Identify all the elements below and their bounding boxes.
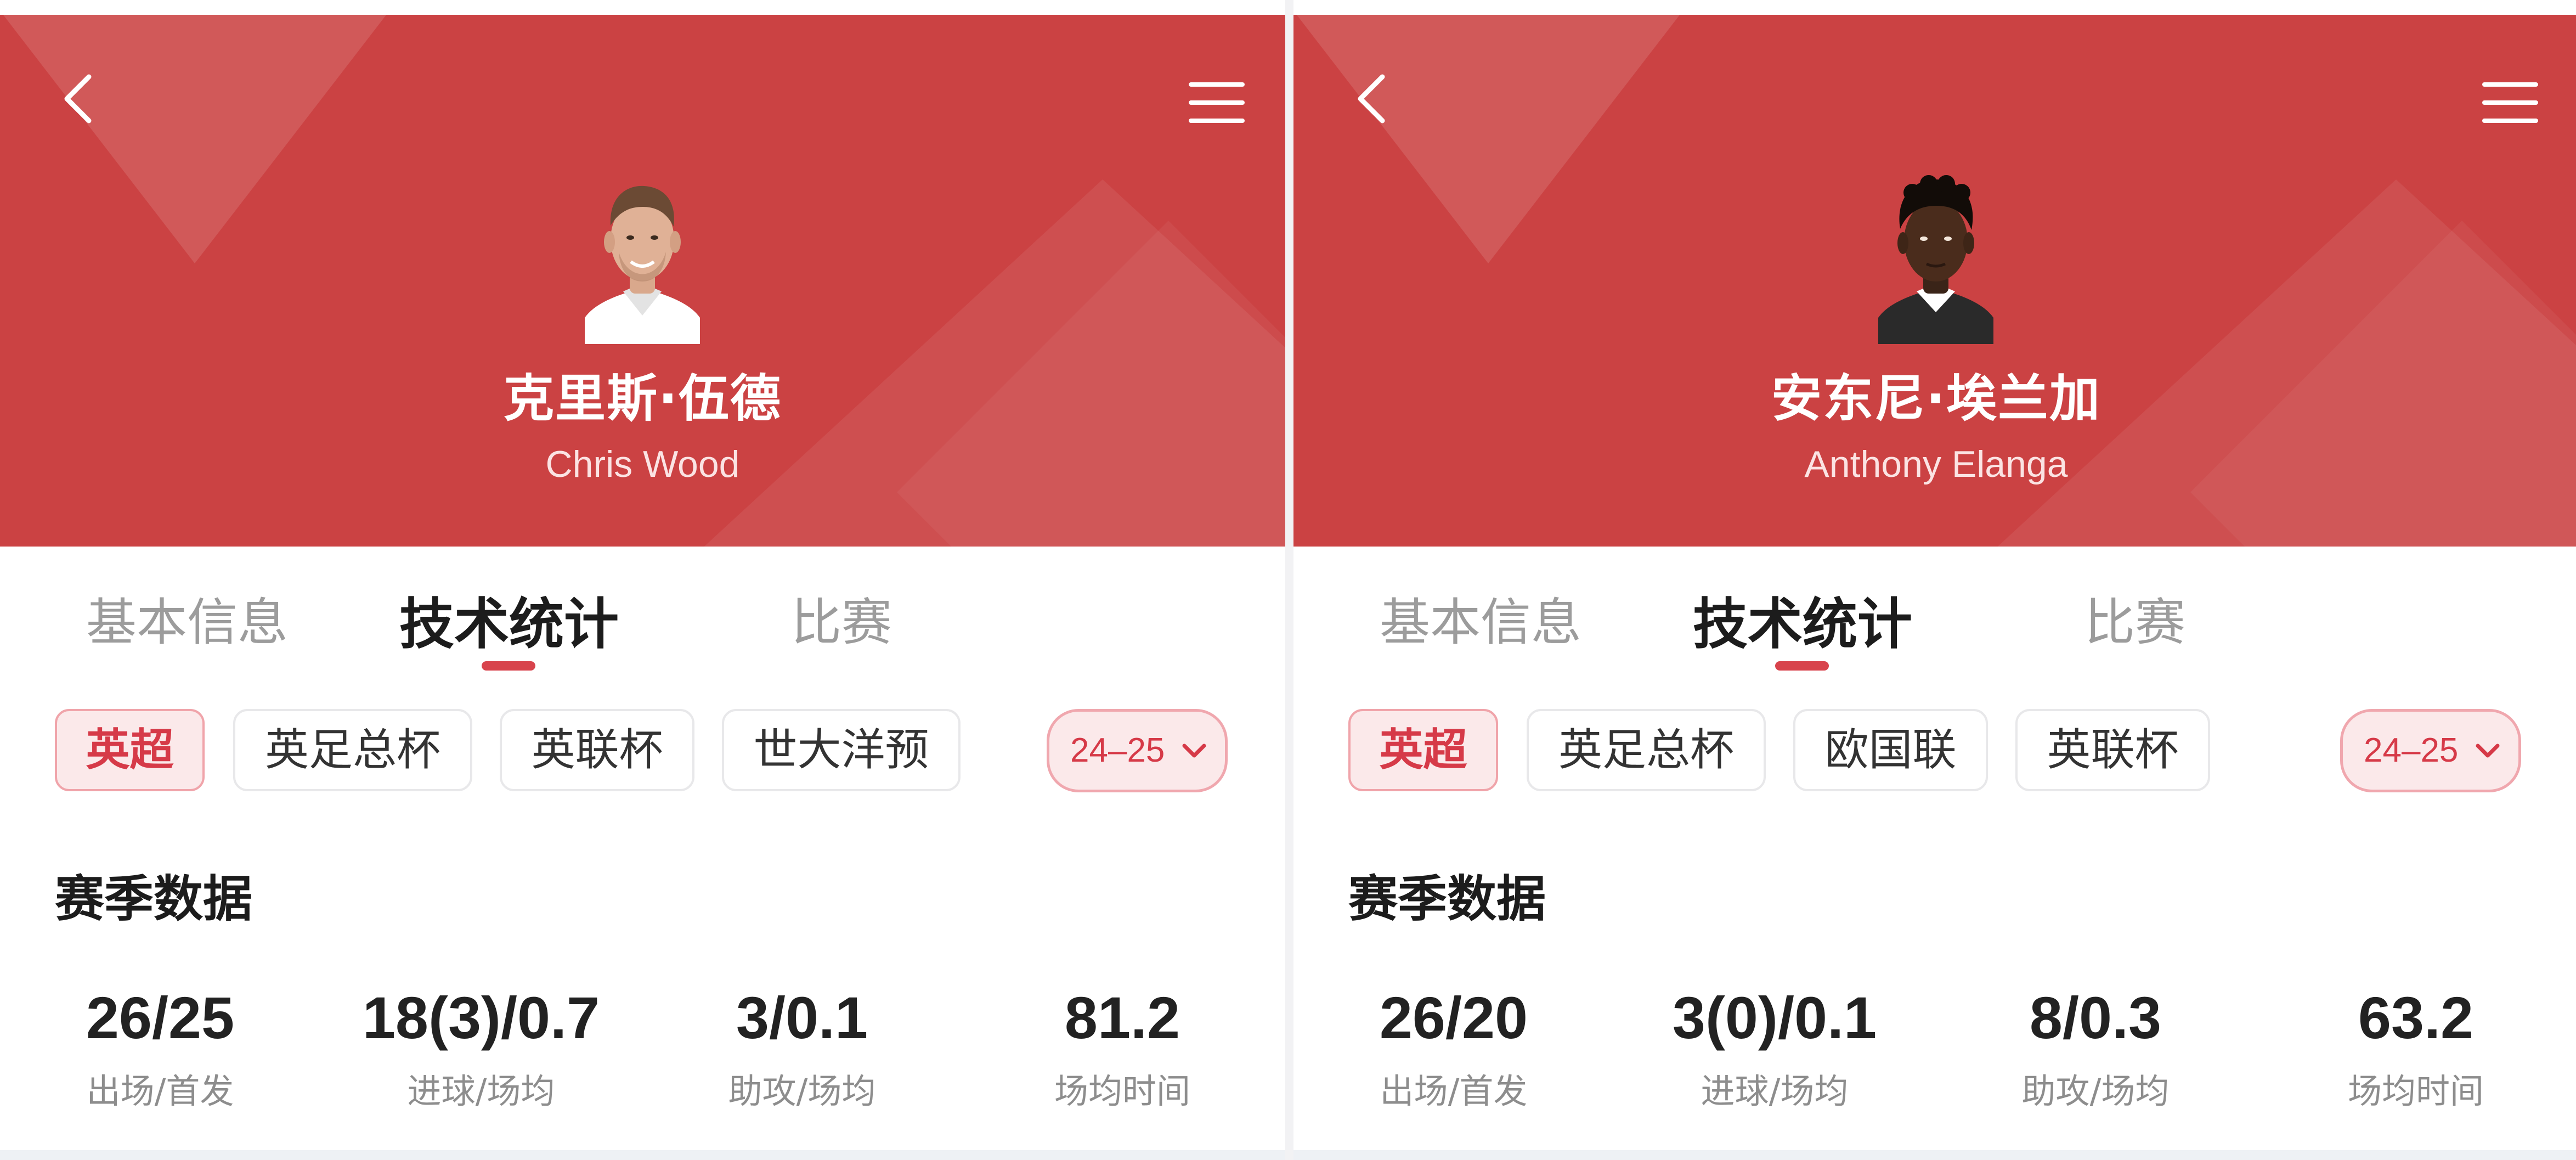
chevron-down-icon [1182,744,1206,758]
hamburger-menu-icon [2482,82,2538,123]
competition-chip-wc-qualifier[interactable]: 世大洋预 [722,709,961,791]
chevron-left-icon [64,74,92,123]
stat-label: 出场/首发 [86,1071,234,1111]
competition-chip-league-cup[interactable]: 英联杯 [2015,709,2210,791]
section-title-season-data: 赛季数据 [1348,870,1546,928]
stat-goals: 18(3)/0.7 进球/场均 [327,982,635,1113]
competition-chip-league-cup[interactable]: 英联杯 [500,709,694,791]
competition-chip-nations-league[interactable]: 欧国联 [1793,709,1988,791]
stat-value: 3/0.1 [736,984,868,1051]
player-panel-chris-wood: 克里斯·伍德 Chris Wood 基本信息 技术统计 比赛 英超 英足总杯 英… [0,0,1285,1160]
competition-chip-fa-cup[interactable]: 英足总杯 [233,709,472,791]
season-selector[interactable]: 24–25 [2340,709,2521,792]
player-header: 安东尼·埃兰加 Anthony Elanga [1293,15,2576,547]
stat-assists: 3/0.1 助攻/场均 [648,982,956,1113]
competition-chip-premier-league[interactable]: 英超 [1348,709,1498,791]
menu-button[interactable] [2480,72,2540,133]
player-name-cn: 克里斯·伍德 [504,369,782,428]
comparison-screenshot: 克里斯·伍德 Chris Wood 基本信息 技术统计 比赛 英超 英足总杯 英… [0,0,2576,1160]
tab-basic-info[interactable]: 基本信息 [1380,582,1581,655]
tab-tech-stats[interactable]: 技术统计 [399,579,619,659]
player-panel-anthony-elanga: 安东尼·埃兰加 Anthony Elanga 基本信息 技术统计 比赛 英超 英… [1293,0,2576,1160]
stat-label: 助攻/场均 [2021,1071,2170,1111]
player-avatar [585,174,700,344]
stat-label: 助攻/场均 [728,1071,876,1111]
tab-matches[interactable]: 比赛 [2084,582,2185,655]
stat-value: 26/25 [86,984,235,1051]
stat-minutes: 63.2 场均时间 [2262,982,2569,1113]
header-decoration [0,15,398,263]
stat-value: 8/0.3 [2029,984,2162,1051]
competition-chip-fa-cup[interactable]: 英足总杯 [1527,709,1766,791]
stat-minutes: 81.2 场均时间 [969,982,1276,1113]
stat-appearances: 26/20 出场/首发 [1300,982,1607,1113]
stat-label: 场均时间 [1054,1071,1190,1111]
tab-tech-stats[interactable]: 技术统计 [1693,579,1912,659]
stat-label: 进球/场均 [407,1071,555,1111]
header-decoration [1293,15,1691,263]
competition-chip-premier-league[interactable]: 英超 [55,709,205,791]
chevron-down-icon [2476,744,2500,758]
player-header: 克里斯·伍德 Chris Wood [0,15,1285,547]
stat-value: 63.2 [2358,984,2474,1051]
section-title-season-data: 赛季数据 [55,870,252,928]
stat-label: 场均时间 [2347,1071,2484,1111]
menu-button[interactable] [1187,72,1247,133]
stat-appearances: 26/25 出场/首发 [7,982,314,1113]
season-value: 24–25 [2364,731,2459,769]
player-avatar [1878,174,1993,344]
stat-value: 18(3)/0.7 [362,984,600,1051]
season-value: 24–25 [1070,731,1165,769]
stat-label: 出场/首发 [1380,1071,1528,1111]
chevron-left-icon [1358,74,1385,123]
stat-value: 81.2 [1064,984,1180,1051]
bottom-divider [0,1150,1285,1160]
active-tab-indicator [482,661,535,671]
player-name-en: Chris Wood [545,443,740,485]
player-name-en: Anthony Elanga [1804,443,2068,485]
stat-label: 进球/场均 [1701,1071,1849,1111]
active-tab-indicator [1775,661,1829,671]
stat-assists: 8/0.3 助攻/场均 [1942,982,2249,1113]
bottom-divider [1293,1150,2576,1160]
player-name-cn: 安东尼·埃兰加 [1771,369,2101,428]
tab-basic-info[interactable]: 基本信息 [86,582,288,655]
hamburger-menu-icon [1189,82,1245,123]
back-button[interactable] [55,67,104,127]
stat-goals: 3(0)/0.1 进球/场均 [1621,982,1928,1113]
season-selector[interactable]: 24–25 [1047,709,1228,792]
stat-value: 3(0)/0.1 [1672,984,1877,1051]
stat-value: 26/20 [1379,984,1528,1051]
back-button[interactable] [1348,67,1398,127]
tab-matches[interactable]: 比赛 [791,582,892,655]
